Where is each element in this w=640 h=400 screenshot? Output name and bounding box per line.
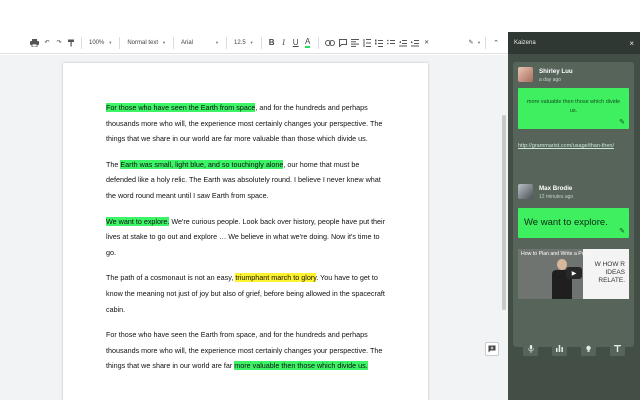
highlighted-text: For those who have seen the Earth from s… (106, 103, 256, 112)
comment-author: Shirley Luu (539, 68, 573, 75)
print-icon[interactable] (28, 36, 41, 50)
paragraph-text: The path of a cosmonaut is not an easy, (106, 273, 236, 283)
font-value: Arial (180, 39, 193, 46)
document-body[interactable]: For those who have seen the Earth from s… (106, 100, 388, 384)
document-canvas: For those who have seen the Earth from s… (0, 55, 508, 400)
feedback-link[interactable]: http://grammarist.com/usage/than-then/ (518, 143, 628, 150)
video-thumbnail[interactable]: W HOW R IDEAS RELATE. How to Plan and Wr… (518, 249, 629, 299)
docs-toolbar: ↶ ↷ 100% ▼ Normal text ▼ Arial ▼ 12.5 ▼ B I … (0, 32, 508, 54)
document-paragraph[interactable]: The Earth was small, light blue, and so … (106, 157, 388, 204)
avatar (518, 67, 533, 82)
bar-chart-icon[interactable] (552, 341, 567, 356)
quote-card[interactable]: We want to explore. ✎ (518, 208, 629, 238)
comment-time: 12 minutes ago (539, 194, 574, 200)
link-icon[interactable] (323, 36, 337, 50)
panel-actions (523, 341, 625, 356)
font-select[interactable]: Arial ▼ (178, 36, 222, 50)
chevron-down-icon[interactable]: ▼ (477, 40, 481, 45)
highlighted-text: We want to explore. (106, 216, 170, 226)
document-paragraph[interactable]: For those who have seen the Earth from s… (106, 100, 388, 147)
redo-icon[interactable]: ↷ (53, 36, 65, 50)
video-title: How to Plan and Write a Po... (521, 251, 589, 257)
italic-button[interactable]: I (278, 36, 290, 50)
zoom-select[interactable]: 100% ▼ (86, 36, 115, 50)
document-paragraph[interactable]: We want to explore. We're curious people… (106, 214, 388, 261)
bold-button[interactable]: B (266, 36, 278, 50)
style-select[interactable]: Normal text ▼ (124, 36, 169, 50)
underline-button[interactable]: U (290, 36, 302, 50)
comment-card-1[interactable]: Shirley Luu a day ago more valuable then… (513, 62, 634, 196)
chevron-down-icon: ▼ (108, 40, 113, 45)
highlighted-text: Earth was small, light blue, and so touc… (120, 159, 284, 169)
quote-text: We want to explore. (524, 217, 608, 228)
document-paragraph[interactable]: For those who have seen the Earth from s… (106, 327, 388, 374)
zoom-value: 100% (89, 39, 105, 46)
comment-author: Max Brodie (539, 185, 573, 192)
header-area (0, 0, 508, 32)
microphone-icon[interactable] (523, 341, 538, 356)
add-comment-button[interactable] (485, 342, 499, 356)
numbered-list-icon[interactable] (373, 36, 385, 50)
video-slide-text: W HOW R IDEAS RELATE. (594, 261, 625, 284)
chevron-down-icon: ▼ (215, 40, 219, 45)
document-paragraph[interactable]: The path of a cosmonaut is not an easy, … (106, 270, 388, 317)
paint-format-icon[interactable] (65, 36, 77, 50)
highlighted-text: triumphant march to glory (235, 273, 317, 283)
line-spacing-icon[interactable] (361, 36, 373, 50)
increase-indent-icon[interactable] (409, 36, 421, 50)
comment-icon[interactable] (337, 36, 349, 50)
video-slide: W HOW R IDEAS RELATE. (583, 249, 629, 299)
font-size-select[interactable]: 12.5 ▼ (231, 36, 257, 50)
toolbar-divider (225, 36, 227, 49)
chevron-down-icon: ▼ (249, 40, 254, 45)
comment-time: a day ago (539, 77, 561, 83)
quote-card[interactable]: more valuable then those which divide us… (518, 88, 629, 129)
bulleted-list-icon[interactable] (385, 36, 397, 50)
paragraph-text: The (106, 159, 121, 169)
toolbar-divider (260, 36, 262, 49)
text-color-button[interactable]: A (302, 36, 314, 50)
comment-card-2[interactable]: Max Brodie 12 minutes ago We want to exp… (513, 179, 634, 347)
undo-icon[interactable]: ↶ (41, 36, 53, 50)
lightbulb-icon[interactable] (581, 341, 596, 356)
play-icon[interactable]: ▶ (566, 267, 582, 279)
clear-formatting-icon[interactable]: ✕ (421, 36, 433, 50)
toolbar-divider (317, 36, 319, 49)
text-icon[interactable] (610, 341, 625, 356)
panel-content: Shirley Luu a day ago more valuable then… (508, 32, 640, 400)
document-page[interactable]: For those who have seen the Earth from s… (63, 63, 428, 400)
toolbar-divider (485, 36, 486, 49)
text-color-label: A (304, 36, 311, 48)
align-icon[interactable] (349, 36, 361, 50)
edit-pencil-icon[interactable]: ✎ (619, 227, 625, 235)
chevron-down-icon: ▼ (162, 40, 166, 45)
highlighted-text: more valuable then those which divide us… (234, 361, 368, 371)
edit-pencil-icon[interactable]: ✎ (619, 118, 625, 126)
toolbar-divider (81, 36, 82, 49)
chevron-up-icon[interactable]: ⌃ (490, 36, 502, 50)
edit-pencil-icon[interactable]: ✎ (465, 36, 477, 50)
font-size-value: 12.5 (233, 39, 246, 46)
toolbar-divider (172, 36, 174, 49)
decrease-indent-icon[interactable] (397, 36, 409, 50)
toolbar-divider (119, 36, 121, 49)
quote-text: more valuable then those which divide us… (526, 99, 621, 114)
style-value: Normal text (127, 39, 159, 46)
scrollbar[interactable] (502, 115, 506, 310)
avatar (518, 184, 533, 199)
